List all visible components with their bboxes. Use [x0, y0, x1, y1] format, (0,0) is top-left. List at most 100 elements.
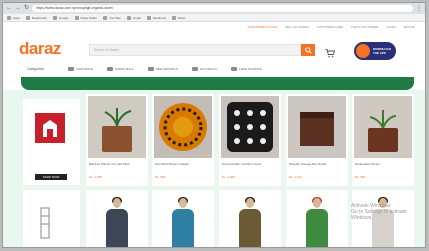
sweater: [306, 209, 328, 247]
back-icon[interactable]: ←: [6, 3, 12, 14]
rack-image: [40, 207, 50, 239]
forward-icon[interactable]: →: [15, 3, 21, 14]
top-link[interactable]: LOGIN: [386, 25, 395, 29]
menu-icon[interactable]: ⋮: [416, 5, 422, 12]
brand-card[interactable]: [23, 190, 80, 247]
bookmark-item[interactable]: Bookmarks: [25, 15, 47, 20]
sweater: [172, 209, 194, 247]
search-icon: [304, 46, 312, 54]
category-icon: [230, 67, 237, 71]
watermark-line: Go to Settings to activate Windows.: [351, 209, 407, 221]
address-bar[interactable]: https://www.daraz.com.np/shop/tgb-organi…: [32, 5, 413, 12]
product-card[interactable]: [286, 190, 348, 247]
bookmark-icon: [126, 15, 131, 20]
top-links: SAVE MORE ON APP SELL ON DARAZ CUSTOMER …: [3, 22, 425, 31]
bookmark-label: Apps: [13, 15, 20, 20]
category-link[interactable]: DARAZ MALL: [106, 67, 134, 71]
bookmarks-bar: Apps Bookmarks Google Daraz Seller YouTu…: [3, 14, 425, 22]
category-bar: Categories LOW PRICE DARAZ MALL NEW ARRI…: [3, 61, 425, 77]
bookmark-label: Bookmarks: [31, 15, 47, 20]
top-link[interactable]: SAVE MORE ON APP: [248, 25, 278, 29]
promo-line: THE APP: [373, 51, 386, 55]
top-link[interactable]: TRACK MY ORDER: [351, 25, 378, 29]
cushion-image: [221, 96, 279, 158]
product-image: [154, 96, 212, 158]
category-link[interactable]: LOW PRICE: [67, 67, 93, 71]
product-name: Wooden Storage Box Small: [289, 162, 326, 166]
category-label: FREE SHIPPING: [238, 67, 263, 71]
bookmark-item[interactable]: Gmail: [126, 15, 141, 20]
product-price: Rs. 1,100: [289, 175, 302, 179]
site-header: daraz Search in Daraz DOWNLOAD THE APP: [3, 31, 425, 61]
bookmark-item[interactable]: Google: [52, 15, 69, 20]
sweater: [106, 209, 128, 247]
cart-icon: [325, 49, 336, 58]
product-card[interactable]: Wooden Storage Box Small Rs. 1,100: [286, 94, 348, 186]
screenshot-frame: ← → ↻ https://www.daraz.com.np/shop/tgb-…: [2, 2, 426, 248]
bookmark-icon: [7, 15, 11, 20]
bookmark-item[interactable]: Other: [171, 15, 186, 20]
reload-icon[interactable]: ↻: [24, 3, 29, 14]
bookmark-label: Google: [58, 15, 69, 20]
categories-dropdown[interactable]: Categories: [27, 67, 44, 71]
category-icon: [191, 67, 198, 71]
product-card[interactable]: Handmade Planter Rs. 950: [352, 94, 414, 186]
category-link[interactable]: HOT DEALS: [191, 67, 217, 71]
bookmark-item[interactable]: Facebook: [146, 15, 166, 20]
product-price: Rs. 1,250: [222, 175, 235, 179]
product-card[interactable]: [86, 190, 148, 247]
product-card[interactable]: [152, 190, 214, 247]
bookmark-label: YouTube: [109, 15, 121, 20]
bookmark-item[interactable]: Apps: [7, 15, 20, 20]
search-button[interactable]: [301, 44, 315, 56]
bookmark-label: Other: [177, 15, 186, 20]
model-image: [239, 197, 261, 247]
cart-button[interactable]: [325, 45, 336, 58]
sweater: [239, 209, 261, 247]
site-logo[interactable]: daraz: [19, 39, 61, 59]
product-name: Printed Fabric Cushion Cover: [222, 162, 262, 166]
category-link[interactable]: NEW ARRIVALS: [147, 67, 178, 71]
bookmark-icon: [171, 15, 176, 20]
product-grid: SHOP NOW Bamboo Planter Pot with Plant R…: [3, 90, 425, 247]
category-icon: [106, 67, 113, 71]
browser-toolbar: ← → ↻ https://www.daraz.com.np/shop/tgb-…: [3, 3, 425, 14]
product-image: [88, 96, 146, 158]
bookmark-item[interactable]: YouTube: [103, 15, 121, 20]
box-image: [288, 96, 346, 158]
product-card[interactable]: Bamboo Planter Pot with Plant Rs. 1,450: [86, 94, 148, 186]
category-link[interactable]: FREE SHIPPING: [230, 67, 263, 71]
coaster-image: [154, 96, 212, 158]
model-image: [106, 197, 128, 247]
category-icon: [67, 67, 74, 71]
product-image: [288, 96, 346, 158]
top-link[interactable]: SIGNUP: [403, 25, 415, 29]
bookmark-icon: [103, 15, 108, 20]
category-label: NEW ARRIVALS: [155, 67, 178, 71]
app-download-banner[interactable]: DOWNLOAD THE APP: [354, 42, 396, 60]
product-price: Rs. 950: [355, 175, 366, 179]
planter-image: [354, 96, 412, 158]
planter-image: [88, 96, 146, 158]
category-label: DARAZ MALL: [114, 67, 134, 71]
product-price: Rs. 650: [155, 175, 166, 179]
product-image: [221, 96, 279, 158]
bookmark-label: Facebook: [152, 15, 166, 20]
brand-card[interactable]: SHOP NOW: [23, 99, 80, 185]
category-icon: [147, 67, 154, 71]
category-label: HOT DEALS: [199, 67, 217, 71]
search-input[interactable]: Search in Daraz: [89, 44, 301, 56]
bookmark-item[interactable]: Daraz Seller: [74, 15, 97, 20]
product-card[interactable]: Sun Motif Woven Coaster Rs. 650: [152, 94, 214, 186]
bookmark-icon: [25, 15, 30, 20]
brand-logo: [35, 113, 65, 143]
top-link[interactable]: CUSTOMER CARE: [317, 25, 343, 29]
shop-now-button[interactable]: SHOP NOW: [35, 174, 67, 180]
category-label: LOW PRICE: [75, 67, 93, 71]
product-name: Handmade Planter: [355, 162, 381, 166]
top-link[interactable]: SELL ON DARAZ: [285, 25, 309, 29]
product-card[interactable]: [219, 190, 281, 247]
product-name: Sun Motif Woven Coaster: [155, 162, 190, 166]
product-card[interactable]: Printed Fabric Cushion Cover Rs. 1,250: [219, 94, 281, 186]
bookmark-icon: [146, 15, 151, 20]
